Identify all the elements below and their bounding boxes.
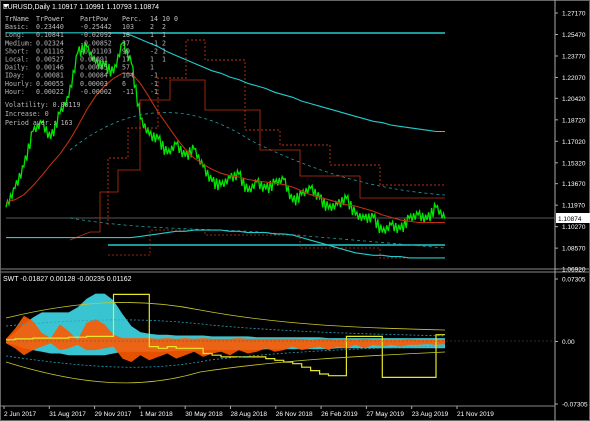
table-cell: Basic: xyxy=(5,23,29,31)
table-cell: 0.10841 xyxy=(36,31,64,39)
y-tick-label: 1.06920 xyxy=(562,267,586,274)
table-cell: Short: xyxy=(5,47,29,55)
table-cell: 6 xyxy=(122,80,126,88)
y-tick-label: 1.10270 xyxy=(562,224,586,231)
table-cell: 0.00022 xyxy=(36,88,64,96)
table-cell: 2 xyxy=(162,23,166,31)
table-cell: TrName xyxy=(5,15,29,23)
table-cell: 17 xyxy=(122,56,130,64)
indicator-title: SWT -0.01827 0.00128 -0.00235 0.01162 xyxy=(3,276,132,283)
x-tick-label: 27 May 2019 xyxy=(366,411,404,418)
table-cell: 0.00055 xyxy=(36,80,64,88)
table-cell: Medium: xyxy=(5,39,33,47)
table-cell: 0.02324 xyxy=(36,39,64,47)
y-axis-indicator: 0.07305 0.00 -0.07305 xyxy=(555,277,588,409)
ind-tick-label: -0.07305 xyxy=(562,402,588,409)
table-cell: -1 xyxy=(150,80,158,88)
table-cell: -11 xyxy=(122,88,134,96)
table-footer: Increase: 0 xyxy=(5,110,49,118)
table-cell: 0.23440 xyxy=(36,23,64,31)
table-cell: 103 xyxy=(122,23,134,31)
main-title: EURUSD,Daily 1.10917 1.10991 1.10793 1.1… xyxy=(3,4,159,11)
table-cell: 99 xyxy=(122,47,130,55)
indicator-panel xyxy=(5,293,446,384)
table-cell: 1 xyxy=(150,31,154,39)
y-tick-label: 1.18720 xyxy=(562,117,586,124)
table-cell: 0.00003 xyxy=(80,80,108,88)
table-cell: -0.25442 xyxy=(80,23,112,31)
table-cell: 2 xyxy=(150,23,154,31)
table-cell: TrPower xyxy=(36,15,64,23)
table-cell: 0.00527 xyxy=(36,56,64,64)
table-cell: 0.00081 xyxy=(36,72,64,80)
table-cell: Perc. xyxy=(122,15,142,23)
y-tick-label: 1.27170 xyxy=(562,11,586,18)
y-tick-label: 1.20420 xyxy=(562,96,586,103)
table-cell: Hourly: xyxy=(5,80,33,88)
table-cell: -0.02092 xyxy=(80,31,112,39)
table-cell: Hour: xyxy=(5,88,25,96)
ind-tick-label: 0.00 xyxy=(562,339,575,346)
table-cell: -0.00002 xyxy=(80,88,112,96)
table-cell: 0.00146 xyxy=(36,64,64,72)
ind-tick-label: 0.07305 xyxy=(562,277,586,284)
table-cell: PartPow xyxy=(80,15,108,23)
table-cell: 0.00085 xyxy=(80,64,108,72)
table-footer: Volatility: 0.00119 xyxy=(5,101,80,109)
table-cell: Long: xyxy=(5,31,25,39)
table-cell: 57 xyxy=(122,64,130,72)
table-cell: -2 xyxy=(150,47,158,55)
table-cell: 1 xyxy=(162,47,166,55)
y-tick-label: 1.23770 xyxy=(562,53,586,60)
table-cell: 0.00091 xyxy=(80,56,108,64)
chart-svg: EURUSD,Daily 1.10917 1.10991 1.10793 1.1… xyxy=(0,0,590,421)
price-tag: 1.10874 xyxy=(558,216,582,223)
table-cell: Local: xyxy=(5,56,29,64)
x-tick-label: 28 Aug 2018 xyxy=(231,411,268,418)
table-cell: 104 xyxy=(122,72,134,80)
table-cell: 1 xyxy=(162,31,166,39)
table-cell: -0.00852 xyxy=(80,39,112,47)
table-cell: -0.01103 xyxy=(80,47,112,55)
table-cell: 0 xyxy=(174,15,178,23)
y-tick-label: 1.11970 xyxy=(562,203,585,210)
table-cell: IDay: xyxy=(5,72,25,80)
x-tick-label: 26 Nov 2018 xyxy=(276,411,313,418)
y-tick-label: 1.25470 xyxy=(562,32,586,39)
time-axis: 2 Jun 2017 31 Aug 2017 29 Nov 2017 1 Mar 20… xyxy=(3,406,494,418)
table-cell: -1 xyxy=(150,39,158,47)
table-cell: 1 xyxy=(150,56,154,64)
x-tick-label: 2 Jun 2017 xyxy=(4,411,37,418)
table-cell: 0.00084 xyxy=(80,72,108,80)
x-tick-label: 30 May 2018 xyxy=(185,411,223,418)
table-cell: 18 xyxy=(122,31,130,39)
chart-root: EURUSD,Daily 1.10917 1.10991 1.10793 1.1… xyxy=(0,0,590,421)
y-tick-label: 1.15320 xyxy=(562,160,586,167)
y-tick-label: 1.17020 xyxy=(562,139,586,146)
table-cell: 0.01116 xyxy=(36,47,64,55)
y-tick-label: 1.22070 xyxy=(562,75,586,82)
y-tick-label: 1.13670 xyxy=(562,181,586,188)
x-tick-label: 31 Aug 2017 xyxy=(49,411,86,418)
x-tick-label: 23 Aug 2019 xyxy=(412,411,449,418)
x-tick-label: 26 Feb 2019 xyxy=(321,411,358,418)
table-cell: -1 xyxy=(150,88,158,96)
x-tick-label: 1 Mar 2018 xyxy=(140,411,173,418)
table-cell: Daily: xyxy=(5,64,29,72)
table-cell: 37 xyxy=(122,39,130,47)
x-tick-label: 21 Nov 2019 xyxy=(457,411,494,418)
table-cell: 2 xyxy=(162,39,166,47)
table-cell: 10 xyxy=(162,15,170,23)
x-tick-label: 29 Nov 2017 xyxy=(95,411,132,418)
table-footer: Period aver.: 163 xyxy=(5,119,73,127)
table-cell: 14 xyxy=(150,15,158,23)
table-cell: -1 xyxy=(150,72,158,80)
y-tick-label: 1.08570 xyxy=(562,246,586,253)
table-cell: 1 xyxy=(162,56,166,64)
table-cell: 1 xyxy=(150,64,154,72)
